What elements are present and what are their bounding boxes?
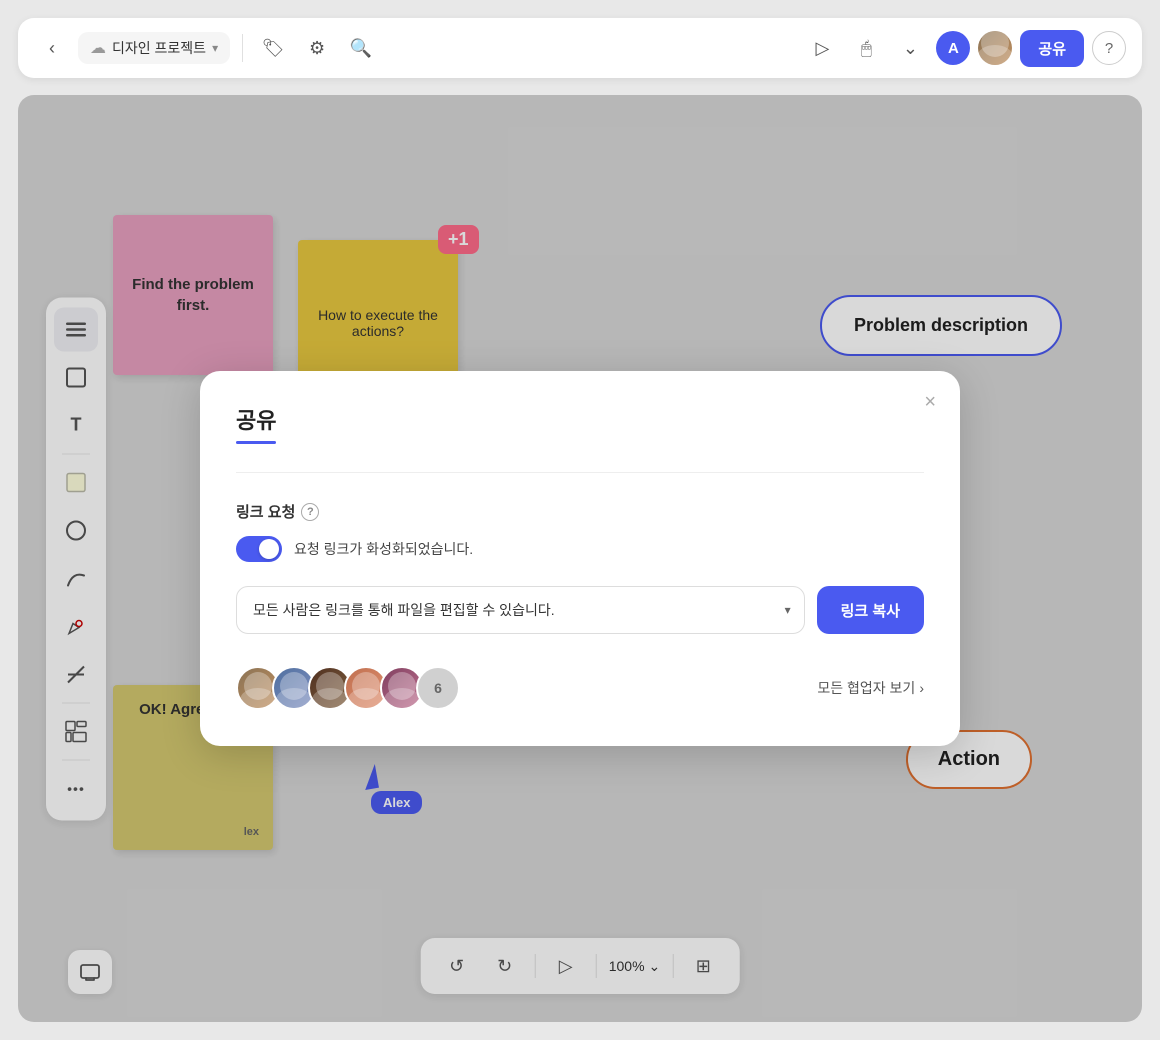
link-toggle[interactable]	[236, 536, 282, 562]
modal-title: 공유	[236, 403, 924, 435]
toolbar-right: ▷ 🖱 ⌄ A 공유 ?	[804, 30, 1126, 67]
toggle-text: 요청 링크가 화성화되었습니다.	[294, 539, 473, 559]
toolbar-divider	[242, 34, 243, 62]
link-section-label: 링크 요청 ?	[236, 501, 924, 522]
collab-count: 6	[416, 666, 460, 710]
permission-select[interactable]: 모든 사람은 링크를 통해 파일을 편집할 수 있습니다.모든 사람은 링크를 …	[236, 586, 805, 634]
help-tooltip-icon[interactable]: ?	[301, 503, 319, 521]
modal-close-button[interactable]: ×	[924, 391, 936, 414]
back-button[interactable]: ‹	[34, 30, 70, 66]
view-all-collaborators-link[interactable]: 모든 협업자 보기 ›	[817, 678, 924, 698]
view-all-chevron-icon: ›	[919, 680, 924, 696]
cursor-button[interactable]: 🖱	[848, 30, 884, 66]
modal-divider	[236, 472, 924, 473]
user-avatar-photo[interactable]	[978, 31, 1012, 65]
user-avatar-a[interactable]: A	[936, 31, 970, 65]
copy-link-button[interactable]: 링크 복사	[817, 586, 924, 634]
dropdown-button[interactable]: ⌄	[892, 30, 928, 66]
settings-button[interactable]: ⚙	[299, 30, 335, 66]
modal-title-underline	[236, 441, 276, 444]
toggle-row: 요청 링크가 화성화되었습니다.	[236, 536, 924, 562]
tag-button[interactable]: 🏷	[255, 30, 291, 66]
canvas-area[interactable]: T ••• Find the problem first. How	[18, 95, 1142, 1022]
link-row: 모든 사람은 링크를 통해 파일을 편집할 수 있습니다.모든 사람은 링크를 …	[236, 586, 924, 634]
project-name: 디자인 프로젝트	[112, 38, 206, 58]
toolbar-left: ‹ ☁ 디자인 프로젝트 ▾ 🏷 ⚙ 🔍	[34, 30, 796, 66]
collab-avatar-5[interactable]	[380, 666, 424, 710]
chevron-down-icon: ▾	[212, 41, 218, 55]
share-button[interactable]: 공유	[1020, 30, 1084, 67]
avatars-group: 6	[236, 666, 460, 710]
share-modal: × 공유 링크 요청 ? 요청 링크가 화성화되었습니다. 모든 사람은 링크를…	[200, 371, 960, 746]
top-toolbar: ‹ ☁ 디자인 프로젝트 ▾ 🏷 ⚙ 🔍 ▷ 🖱 ⌄ A 공유 ?	[18, 18, 1142, 78]
collaborators-row: 6 모든 협업자 보기 ›	[236, 666, 924, 710]
play-button[interactable]: ▷	[804, 30, 840, 66]
cloud-icon: ☁	[90, 38, 106, 58]
project-pill[interactable]: ☁ 디자인 프로젝트 ▾	[78, 32, 230, 64]
search-button[interactable]: 🔍	[343, 30, 379, 66]
link-select-wrapper[interactable]: 모든 사람은 링크를 통해 파일을 편집할 수 있습니다.모든 사람은 링크를 …	[236, 586, 805, 634]
modal-overlay[interactable]: × 공유 링크 요청 ? 요청 링크가 화성화되었습니다. 모든 사람은 링크를…	[18, 95, 1142, 1022]
help-button[interactable]: ?	[1092, 31, 1126, 65]
